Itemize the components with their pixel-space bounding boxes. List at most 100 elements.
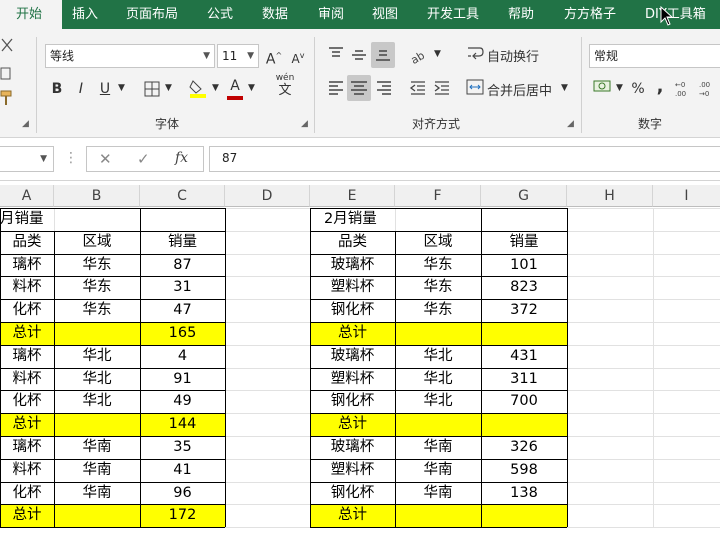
increase-decimal-icon[interactable]: ←0 .00 [674,78,696,98]
align-right-icon[interactable] [374,78,394,98]
align-middle-icon[interactable] [349,45,369,65]
decrease-decimal-icon[interactable]: .00 →0 [698,78,720,98]
total-row-cell[interactable] [395,322,481,345]
tab-review[interactable]: 审阅 [318,0,344,29]
font-name-dropdown[interactable]: 等线 ▼ [45,44,215,68]
table-cell[interactable]: 玻璃杯 [310,254,395,277]
accounting-dropdown-icon[interactable]: ▼ [616,83,623,93]
borders-dropdown-icon[interactable]: ▼ [165,83,172,93]
wrap-text-button[interactable]: 自动换行 [487,46,539,65]
table-cell[interactable]: 华南 [395,436,481,459]
merge-dropdown-icon[interactable]: ▼ [561,83,568,93]
align-top-icon[interactable] [326,45,346,65]
table-cell[interactable]: 华东 [395,254,481,277]
total-row-cell[interactable]: 总计 [310,504,395,528]
comma-style-button[interactable]: , [653,76,667,98]
column-header-a[interactable]: A [0,185,54,207]
format-painter-icon[interactable] [0,89,14,107]
table-cell[interactable]: 87 [140,254,225,277]
orientation-icon[interactable]: ab [408,44,432,66]
table-cell[interactable]: 华南 [54,459,140,482]
table-cell[interactable]: 华南 [54,436,140,459]
table-cell[interactable]: 91 [140,368,225,391]
tab-formulas[interactable]: 公式 [207,0,233,29]
table-cell[interactable]: 96 [140,482,225,505]
align-center-button[interactable] [347,75,371,101]
bold-button[interactable]: B [48,78,66,100]
table-cell[interactable]: 料杯 [0,459,54,482]
table-cell[interactable]: 料杯 [0,276,54,299]
font-size-dropdown[interactable]: 11 ▼ [217,44,259,68]
total-row-cell[interactable]: 总计 [0,322,54,345]
table-header-cell[interactable]: 品类 [0,231,54,254]
italic-button[interactable]: I [72,78,90,100]
table-cell[interactable]: 璃杯 [0,345,54,368]
merge-center-icon[interactable] [466,78,484,96]
copy-icon[interactable] [0,65,14,81]
percent-style-button[interactable]: % [629,78,647,100]
name-box[interactable]: ▼ [0,146,54,172]
table-cell[interactable]: 华北 [395,368,481,391]
total-row-cell[interactable] [395,504,481,528]
total-row-cell[interactable]: 总计 [0,504,54,528]
phonetic-guide-button[interactable]: wén 文 [271,73,299,101]
underline-button[interactable]: U [96,78,114,100]
align-left-icon[interactable] [326,78,346,98]
table-cell[interactable]: 138 [481,482,567,505]
fill-color-icon[interactable] [188,77,208,99]
number-format-dropdown[interactable]: 常规 [589,44,720,68]
table-cell[interactable]: 华东 [54,276,140,299]
table-cell[interactable]: 华东 [54,254,140,277]
tab-help[interactable]: 帮助 [508,0,534,29]
table-cell[interactable]: 璃杯 [0,254,54,277]
tab-fangfang[interactable]: 方方格子 [564,0,616,29]
cancel-icon[interactable]: ✕ [99,148,112,170]
table-cell[interactable]: 35 [140,436,225,459]
underline-dropdown-icon[interactable]: ▼ [118,83,125,93]
tab-page-layout[interactable]: 页面布局 [126,0,178,29]
total-row-cell[interactable]: 172 [140,504,225,528]
column-header-i[interactable]: I [653,185,720,207]
table-cell[interactable]: 49 [140,390,225,413]
tab-home[interactable]: 开始 [0,0,62,29]
column-header-e[interactable]: E [310,185,395,207]
insert-function-icon[interactable]: fx [175,147,188,169]
font-launcher-icon[interactable]: ◢ [301,119,308,129]
column-header-g[interactable]: G [481,185,567,207]
table-cell[interactable]: 华东 [395,299,481,322]
table-cell[interactable]: 华北 [54,345,140,368]
column-header-c[interactable]: C [140,185,225,207]
font-color-dropdown-icon[interactable]: ▼ [248,83,255,93]
table-cell[interactable]: 华北 [54,368,140,391]
table-cell[interactable]: 47 [140,299,225,322]
table-cell[interactable]: 塑料杯 [310,459,395,482]
merge-center-button[interactable]: 合并后居中 [487,80,552,99]
table-cell[interactable]: 华北 [395,390,481,413]
table-cell[interactable]: 700 [481,390,567,413]
accounting-format-icon[interactable] [592,78,614,96]
table-cell[interactable]: 华北 [395,345,481,368]
table-cell[interactable]: 598 [481,459,567,482]
table-header-cell[interactable]: 区域 [54,231,140,254]
increase-indent-icon[interactable] [432,78,452,98]
total-row-cell[interactable] [54,322,140,345]
clipboard-launcher-icon[interactable]: ◢ [22,119,29,129]
table-cell[interactable]: 华南 [54,482,140,505]
table-cell[interactable]: 372 [481,299,567,322]
tab-view[interactable]: 视图 [372,0,398,29]
table-cell[interactable]: 玻璃杯 [310,345,395,368]
table-cell[interactable]: 塑料杯 [310,368,395,391]
tab-data[interactable]: 数据 [262,0,288,29]
table-cell[interactable]: 华北 [54,390,140,413]
increase-font-size-button[interactable]: A^ [264,45,284,68]
cut-icon[interactable] [0,37,14,53]
tab-developer[interactable]: 开发工具 [427,0,479,29]
table-header-cell[interactable]: 品类 [310,231,395,254]
table-cell[interactable]: 化杯 [0,390,54,413]
table-cell[interactable]: 431 [481,345,567,368]
wrap-text-icon[interactable] [466,44,484,62]
table-cell[interactable]: 化杯 [0,482,54,505]
table-cell[interactable]: 钢化杯 [310,482,395,505]
total-row-cell[interactable]: 总计 [310,322,395,345]
table-cell[interactable]: 101 [481,254,567,277]
